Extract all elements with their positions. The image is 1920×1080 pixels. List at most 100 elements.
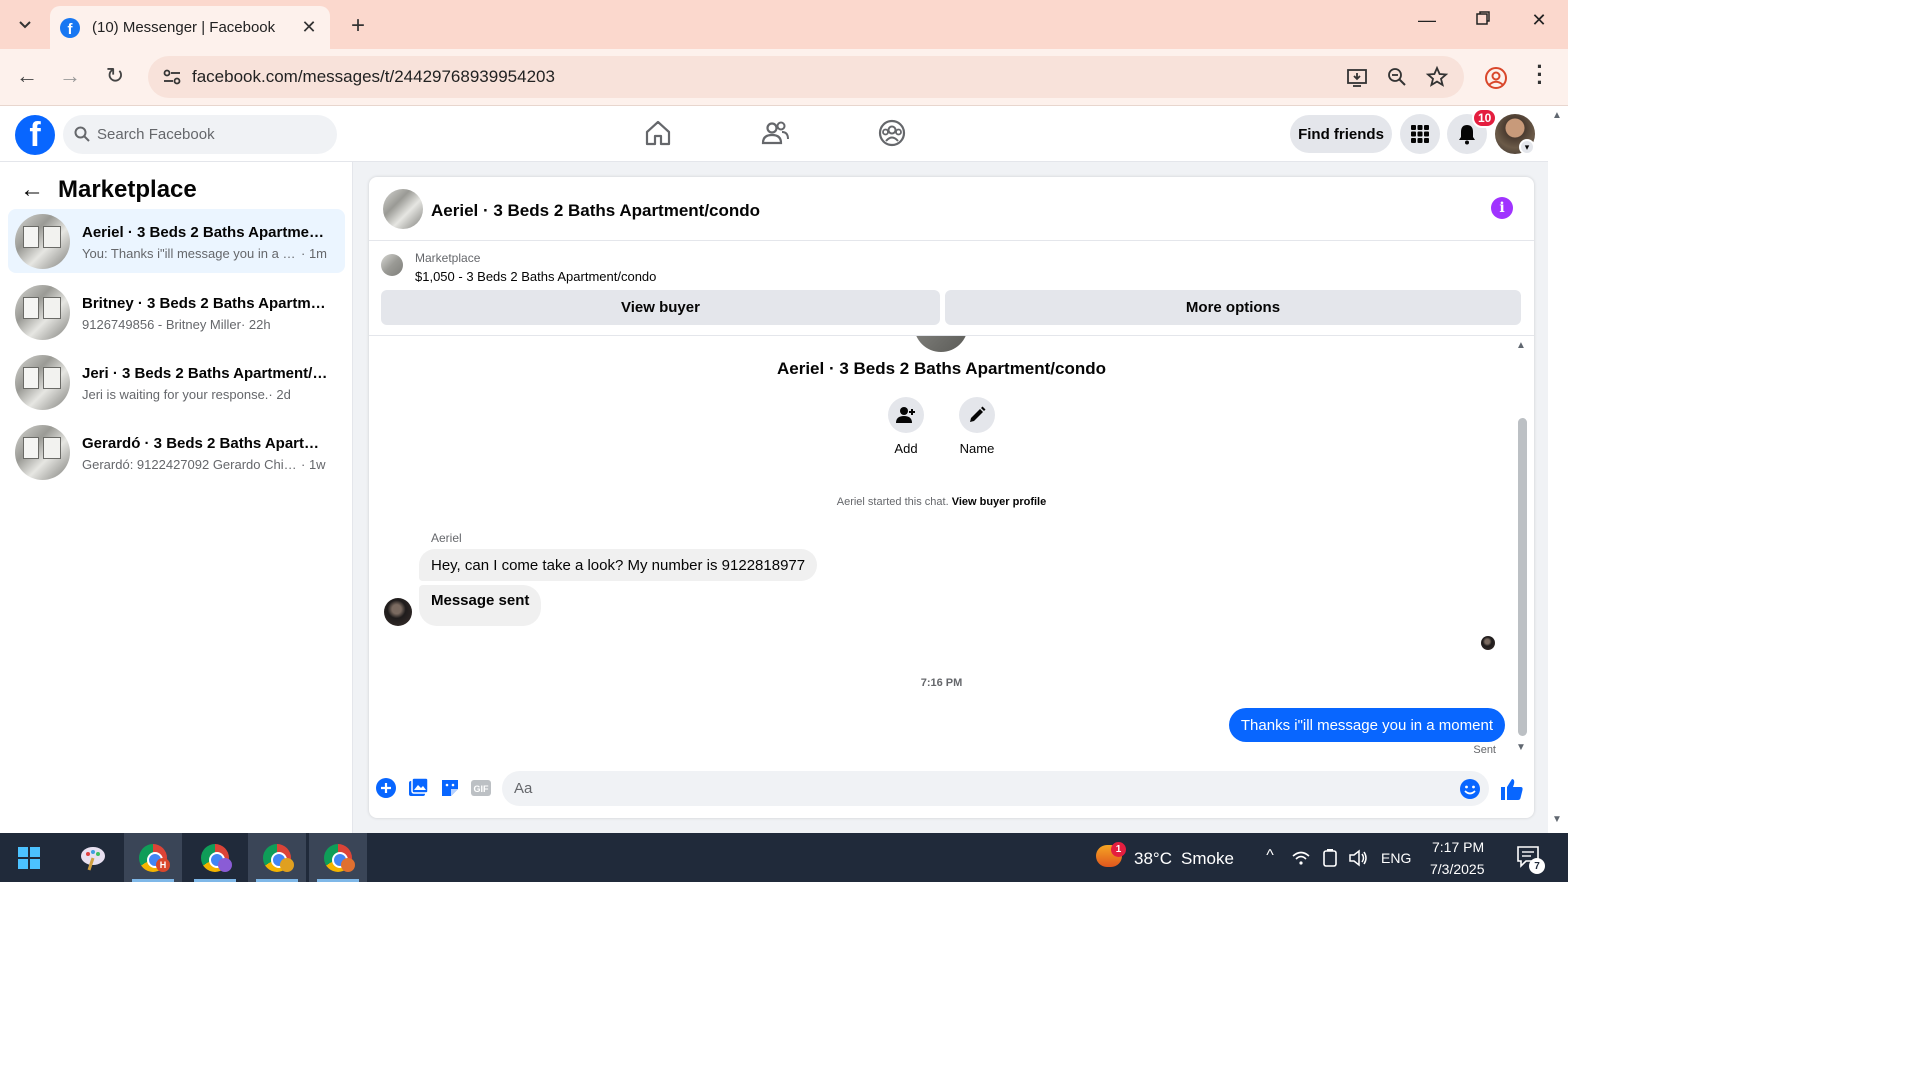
back-icon[interactable]: ← <box>12 63 42 89</box>
address-bar[interactable]: facebook.com/messages/t/2442976893995420… <box>148 56 1464 98</box>
language-indicator[interactable]: ENG <box>1381 850 1411 866</box>
browser-tab[interactable]: f (10) Messenger | Facebook ✕ <box>50 6 330 49</box>
site-info-icon[interactable] <box>160 65 184 89</box>
taskbar-app-chrome[interactable] <box>248 833 306 882</box>
conversation-name: Britney · 3 Beds 2 Baths Apartment/condo <box>82 295 332 312</box>
chat-title[interactable]: Aeriel · 3 Beds 2 Baths Apartment/condo <box>431 201 760 221</box>
tab-title: (10) Messenger | Facebook <box>92 19 276 36</box>
taskbar-app-chrome[interactable]: H <box>124 833 182 882</box>
wifi-icon[interactable] <box>1290 847 1312 869</box>
photo-icon[interactable] <box>407 777 429 799</box>
clock-date[interactable]: 7/3/2025 <box>1430 861 1485 877</box>
conversation-preview: Gerardó: 9122427092 Gerardo Chincoya <box>82 457 297 472</box>
listing-thumbnail <box>15 285 70 340</box>
restore-icon[interactable] <box>1463 10 1503 31</box>
plus-circle-icon[interactable] <box>375 777 397 799</box>
scroll-down-icon[interactable]: ▼ <box>1516 742 1526 753</box>
emoji-icon[interactable] <box>1459 778 1481 800</box>
profile-badge <box>218 858 232 872</box>
gif-icon[interactable]: GIF <box>470 777 492 799</box>
scroll-up-icon[interactable]: ▲ <box>1516 340 1526 351</box>
started-text: Aeriel started this chat. <box>836 496 949 508</box>
zoom-icon[interactable] <box>1384 65 1410 89</box>
view-buyer-button[interactable]: View buyer <box>381 290 940 325</box>
clock-time[interactable]: 7:17 PM <box>1432 839 1484 855</box>
message-input[interactable] <box>514 771 1414 806</box>
conversation-item[interactable]: Gerardó · 3 Beds 2 Baths Apartment/condo… <box>8 420 345 484</box>
page-scrollbar[interactable]: ▲ ▼ <box>1548 106 1568 833</box>
listing-title[interactable]: $1,050 - 3 Beds 2 Baths Apartment/condo <box>415 269 656 284</box>
grid-icon <box>1411 125 1429 143</box>
name-action[interactable]: Name <box>947 397 1007 456</box>
menu-grid-button[interactable] <box>1400 114 1440 154</box>
weather-condition[interactable]: Smoke <box>1181 849 1234 869</box>
scroll-down-icon[interactable]: ▼ <box>1552 814 1562 825</box>
pencil-icon[interactable] <box>959 397 995 433</box>
add-action[interactable]: Add <box>876 397 936 456</box>
panel-title: Marketplace <box>58 176 197 203</box>
profile-icon[interactable] <box>1484 66 1508 90</box>
back-arrow-icon[interactable]: ← <box>20 176 44 204</box>
chat-listing-thumbnail[interactable] <box>383 189 423 229</box>
sticker-icon[interactable] <box>439 777 461 799</box>
search-input[interactable] <box>97 115 327 154</box>
composer: GIF <box>369 769 1534 809</box>
chevron-up-icon[interactable]: ^ <box>1259 847 1281 869</box>
minimize-icon[interactable]: — <box>1407 10 1447 31</box>
close-window-icon[interactable]: ✕ <box>1519 10 1559 31</box>
forward-icon[interactable]: → <box>55 63 85 89</box>
reload-icon[interactable]: ↻ <box>100 63 130 89</box>
browser-toolbar: ← → ↻ facebook.com/messages/t/2442976893… <box>0 49 1568 106</box>
conversation-item[interactable]: Britney · 3 Beds 2 Baths Apartment/condo… <box>8 280 345 344</box>
sender-avatar[interactable] <box>384 598 412 626</box>
name-label: Name <box>959 441 995 456</box>
message-scrollbar[interactable] <box>1518 418 1527 736</box>
notification-badge: 10 <box>1472 108 1498 128</box>
conversation-preview: You: Thanks i"ill message you in a momen… <box>82 246 297 261</box>
conversation-item[interactable]: Jeri · 3 Beds 2 Baths Apartment/condo Je… <box>8 350 345 414</box>
facebook-logo[interactable]: f <box>15 115 55 155</box>
groups-icon[interactable] <box>877 118 907 148</box>
more-options-button[interactable]: More options <box>945 290 1521 325</box>
incoming-message[interactable]: Hey, can I come take a look? My number i… <box>419 549 818 581</box>
thumbs-up-icon[interactable] <box>1499 776 1525 802</box>
view-buyer-profile-link[interactable]: View buyer profile <box>952 496 1047 508</box>
install-icon[interactable] <box>1344 65 1370 89</box>
browser-tabstrip: f (10) Messenger | Facebook ✕ + — ✕ <box>0 0 1568 49</box>
find-friends-button[interactable]: Find friends <box>1290 115 1392 153</box>
facebook-header: f Find friends <box>0 106 1548 162</box>
svg-text:GIF: GIF <box>474 784 490 794</box>
conversation-name: Gerardó · 3 Beds 2 Baths Apartment/condo <box>82 435 332 452</box>
conversation-item[interactable]: Aeriel · 3 Beds 2 Baths Apartment/condo … <box>8 209 345 273</box>
close-tab-icon[interactable]: ✕ <box>298 17 320 38</box>
add-person-icon[interactable] <box>888 397 924 433</box>
taskbar-app-paint[interactable] <box>64 833 122 882</box>
home-icon[interactable] <box>643 118 673 148</box>
battery-icon[interactable] <box>1319 847 1341 869</box>
outgoing-message[interactable]: Thanks i"ill message you in a moment <box>1228 708 1505 742</box>
tab-search-icon[interactable] <box>8 8 42 42</box>
chevron-down-icon[interactable]: ▾ <box>1519 139 1535 155</box>
new-tab-icon[interactable]: + <box>344 12 372 40</box>
message-input-box[interactable] <box>502 771 1489 806</box>
seen-avatar <box>1481 636 1495 650</box>
taskbar-app-chrome[interactable] <box>309 833 367 882</box>
bookmark-star-icon[interactable] <box>1424 65 1450 89</box>
info-icon[interactable]: i <box>1491 197 1513 219</box>
scroll-up-icon[interactable]: ▲ <box>1552 110 1562 121</box>
search-box[interactable] <box>63 115 337 154</box>
menu-icon[interactable]: · · · <box>1530 56 1550 94</box>
url-text[interactable]: facebook.com/messages/t/2442976893995420… <box>192 67 555 87</box>
temperature[interactable]: 38°C <box>1134 849 1172 869</box>
taskbar-notification-badge: 7 <box>1529 858 1545 874</box>
listing-thumbnail <box>15 425 70 480</box>
incoming-message[interactable]: Message sent <box>419 585 542 626</box>
conversation-preview: Jeri is waiting for your response. <box>82 387 269 402</box>
add-label: Add <box>894 441 918 456</box>
message-timestamp: 7:16 PM <box>920 677 963 689</box>
volume-icon[interactable] <box>1347 847 1369 869</box>
taskbar-app-chrome[interactable] <box>186 833 244 882</box>
friends-icon[interactable] <box>760 118 790 148</box>
marketplace-thumbnail <box>381 254 403 276</box>
windows-start-icon[interactable] <box>18 847 40 869</box>
